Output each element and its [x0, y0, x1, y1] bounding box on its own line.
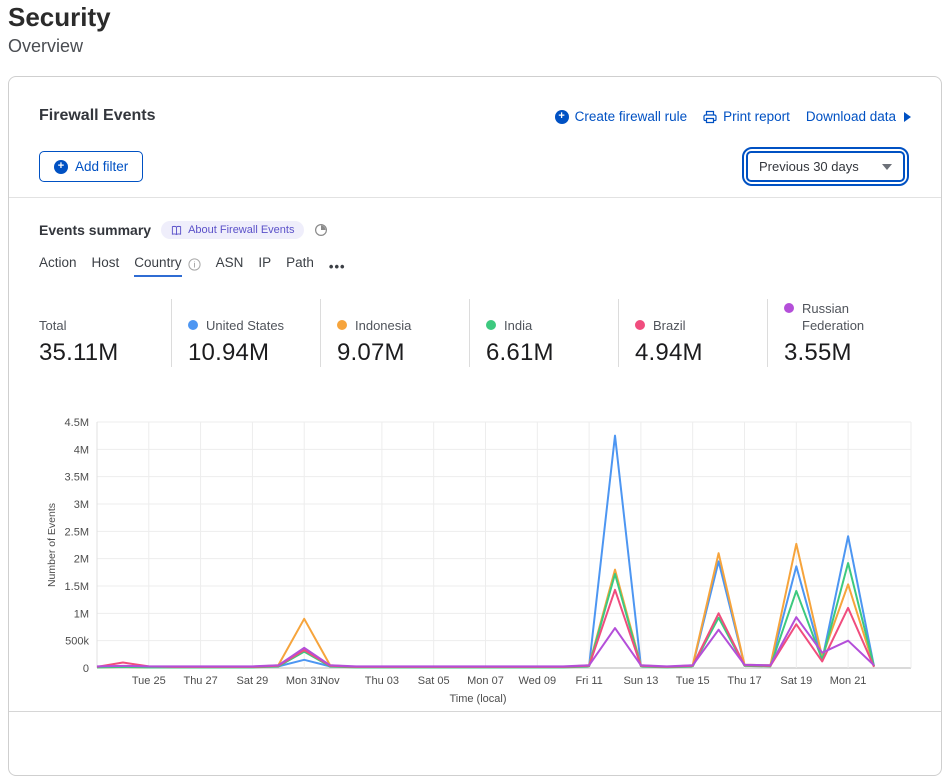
info-icon[interactable]: i [188, 258, 201, 271]
svg-text:Thu 27: Thu 27 [183, 675, 217, 687]
print-report-label: Print report [723, 109, 790, 124]
breakdown-tabs: Action Host Country i ASN IP Path ••• [39, 255, 346, 277]
stat-label: Indonesia [355, 317, 411, 334]
svg-text:Nov: Nov [320, 675, 340, 687]
events-summary-title: Events summary [39, 222, 151, 238]
stat-indonesia: Indonesia 9.07M [320, 299, 469, 367]
print-report-link[interactable]: Print report [703, 109, 790, 124]
create-firewall-rule-label: Create firewall rule [575, 109, 688, 124]
svg-text:2.5M: 2.5M [65, 526, 89, 538]
download-data-label: Download data [806, 109, 896, 124]
stat-united-states: United States 10.94M [171, 299, 320, 367]
book-icon [171, 225, 182, 236]
stat-dot-2 [337, 320, 347, 330]
triangle-right-icon [904, 112, 911, 122]
add-filter-label: Add filter [75, 159, 128, 174]
events-line-chart[interactable]: 0 500k 1M 1.5M 2M 2.5M 3M 3.5M 4M 4.5M Tue 25 Thu 2… [9, 407, 943, 709]
about-badge-label: About Firewall Events [188, 224, 294, 236]
plus-circle-icon: + [54, 160, 68, 174]
tab-host[interactable]: Host [92, 255, 120, 277]
svg-text:Thu 03: Thu 03 [365, 675, 399, 687]
stat-india: India 6.61M [469, 299, 618, 367]
chart-canvas: 0 500k 1M 1.5M 2M 2.5M 3M 3.5M 4M 4.5M Tue 25 Thu 2… [9, 407, 943, 709]
svg-text:0: 0 [83, 663, 89, 675]
time-range-dropdown[interactable]: Previous 30 days [746, 151, 905, 182]
page-subtitle: Overview [8, 36, 83, 57]
panel-title: Firewall Events [39, 107, 156, 125]
svg-text:Number of Events: Number of Events [46, 503, 58, 587]
add-filter-button[interactable]: + Add filter [39, 151, 143, 182]
history-clock-icon[interactable] [314, 223, 328, 237]
svg-text:2M: 2M [74, 554, 89, 566]
stat-dot-4 [635, 320, 645, 330]
svg-text:4.5M: 4.5M [65, 417, 89, 429]
svg-text:Wed 09: Wed 09 [518, 675, 556, 687]
svg-text:1.5M: 1.5M [65, 581, 89, 593]
stat-total: Total 35.11M [9, 299, 171, 367]
svg-text:Fri 11: Fri 11 [575, 675, 602, 687]
svg-text:3.5M: 3.5M [65, 472, 89, 484]
download-data-link[interactable]: Download data [806, 109, 911, 124]
time-range-focus-ring: Previous 30 days [742, 147, 909, 186]
svg-text:Sat 19: Sat 19 [780, 675, 812, 687]
svg-text:Mon 21: Mon 21 [830, 675, 867, 687]
stat-label: Russian Federation [802, 300, 894, 334]
stat-dot-3 [486, 320, 496, 330]
stat-label: United States [206, 317, 284, 334]
stat-label: India [504, 317, 532, 334]
create-firewall-rule-link[interactable]: + Create firewall rule [555, 109, 688, 124]
stat-value: 10.94M [188, 339, 320, 367]
time-range-value: Previous 30 days [759, 159, 859, 174]
svg-text:Time (local): Time (local) [449, 693, 506, 705]
tabs-overflow-button[interactable]: ••• [329, 259, 346, 274]
tab-path[interactable]: Path [286, 255, 314, 277]
tab-country[interactable]: Country i [134, 255, 200, 277]
page-title: Security [8, 2, 111, 33]
stat-dot-5 [784, 303, 794, 313]
firewall-events-panel: Firewall Events + Create firewall rule P… [8, 76, 942, 776]
chevron-down-icon [882, 164, 892, 170]
stat-value: 6.61M [486, 339, 618, 367]
svg-text:Tue 25: Tue 25 [132, 675, 166, 687]
stat-label: Total [39, 317, 66, 334]
stat-value: 9.07M [337, 339, 469, 367]
stat-russian-federation: Russian Federation 3.55M [767, 299, 924, 367]
tab-action[interactable]: Action [39, 255, 77, 277]
stat-label: Brazil [653, 317, 686, 334]
svg-text:Sun 13: Sun 13 [623, 675, 658, 687]
about-firewall-events-badge[interactable]: About Firewall Events [161, 221, 304, 239]
svg-text:500k: 500k [65, 636, 89, 648]
tab-ip[interactable]: IP [258, 255, 271, 277]
stat-brazil: Brazil 4.94M [618, 299, 767, 367]
svg-text:3M: 3M [74, 499, 89, 511]
svg-text:Thu 17: Thu 17 [727, 675, 761, 687]
svg-text:i: i [193, 260, 195, 269]
stat-value: 3.55M [784, 339, 924, 367]
header-divider [9, 197, 941, 198]
events-summary-header: Events summary About Firewall Events [39, 221, 328, 239]
tab-asn[interactable]: ASN [216, 255, 244, 277]
stat-dot-1 [188, 320, 198, 330]
printer-icon [703, 110, 717, 124]
stats-row: Total 35.11M United States 10.94M Indone… [9, 299, 943, 367]
plus-circle-icon: + [555, 110, 569, 124]
stat-value: 35.11M [39, 339, 171, 367]
svg-text:Tue 15: Tue 15 [676, 675, 710, 687]
svg-text:Sat 29: Sat 29 [236, 675, 268, 687]
panel-actions: + Create firewall rule Print report Down… [555, 109, 911, 124]
svg-text:1M: 1M [74, 608, 89, 620]
svg-text:4M: 4M [74, 444, 89, 456]
stat-value: 4.94M [635, 339, 767, 367]
section-divider [9, 711, 941, 712]
svg-text:Sat 05: Sat 05 [418, 675, 450, 687]
svg-text:Mon 31: Mon 31 [286, 675, 323, 687]
svg-text:Mon 07: Mon 07 [467, 675, 504, 687]
